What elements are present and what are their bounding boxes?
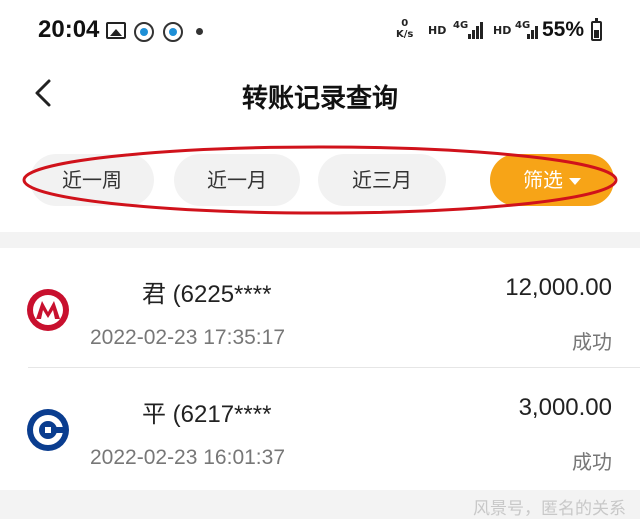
filter-button-label: 筛选 [523, 168, 563, 192]
transfer-record-item[interactable]: 君 (6225**** 2022-02-23 17:35:17 12,000.0… [0, 250, 640, 370]
filter-button[interactable]: 筛选 [490, 154, 614, 206]
filter-last-month-button[interactable]: 近一月 [174, 154, 300, 206]
gallery-icon [106, 22, 126, 39]
network-type-label: 4G [453, 20, 469, 31]
filter-last-week-button[interactable]: 近一周 [30, 154, 154, 206]
record-timestamp: 2022-02-23 17:35:17 [90, 326, 285, 349]
cmb-bank-icon [27, 289, 69, 331]
battery-percentage: 55% [542, 18, 585, 41]
app-notification-icon [134, 22, 154, 42]
hd-label: HD [493, 24, 512, 37]
record-amount: 12,000.00 [505, 274, 612, 301]
transfer-record-item[interactable]: 平 (6217**** 2022-02-23 16:01:37 3,000.00… [0, 370, 640, 490]
date-filter-bar: 近一周 近一月 近三月 筛选 [0, 140, 640, 224]
signal-bars-icon [468, 22, 486, 39]
battery-icon [591, 18, 602, 41]
record-timestamp: 2022-02-23 16:01:37 [90, 446, 285, 469]
record-divider [28, 367, 640, 368]
hd-label: HD [428, 24, 447, 37]
record-recipient: 君 (6225**** [142, 281, 272, 308]
more-notifications-dot-icon [196, 28, 203, 35]
ccb-bank-icon [27, 409, 69, 451]
record-recipient: 平 (6217**** [142, 401, 272, 428]
dropdown-caret-icon [569, 178, 581, 185]
network-speed-value: 0 [401, 18, 409, 29]
network-speed: 0 K/s [396, 18, 413, 40]
page-title: 转账记录查询 [241, 84, 398, 114]
network-speed-unit: K/s [396, 29, 414, 40]
page-header: 转账记录查询 [0, 62, 640, 126]
record-status: 成功 [572, 330, 612, 354]
app-notification-icon [163, 22, 183, 42]
section-divider [0, 232, 640, 248]
status-time: 20:04 [38, 16, 100, 43]
watermark-text: 风景号，匿名的关系 [473, 499, 626, 519]
record-status: 成功 [572, 450, 612, 474]
record-amount: 3,000.00 [518, 394, 612, 421]
filter-last-three-months-button[interactable]: 近三月 [318, 154, 446, 206]
status-bar: 20:04 0 K/s HD 4G HD 4G 55% [0, 0, 640, 62]
